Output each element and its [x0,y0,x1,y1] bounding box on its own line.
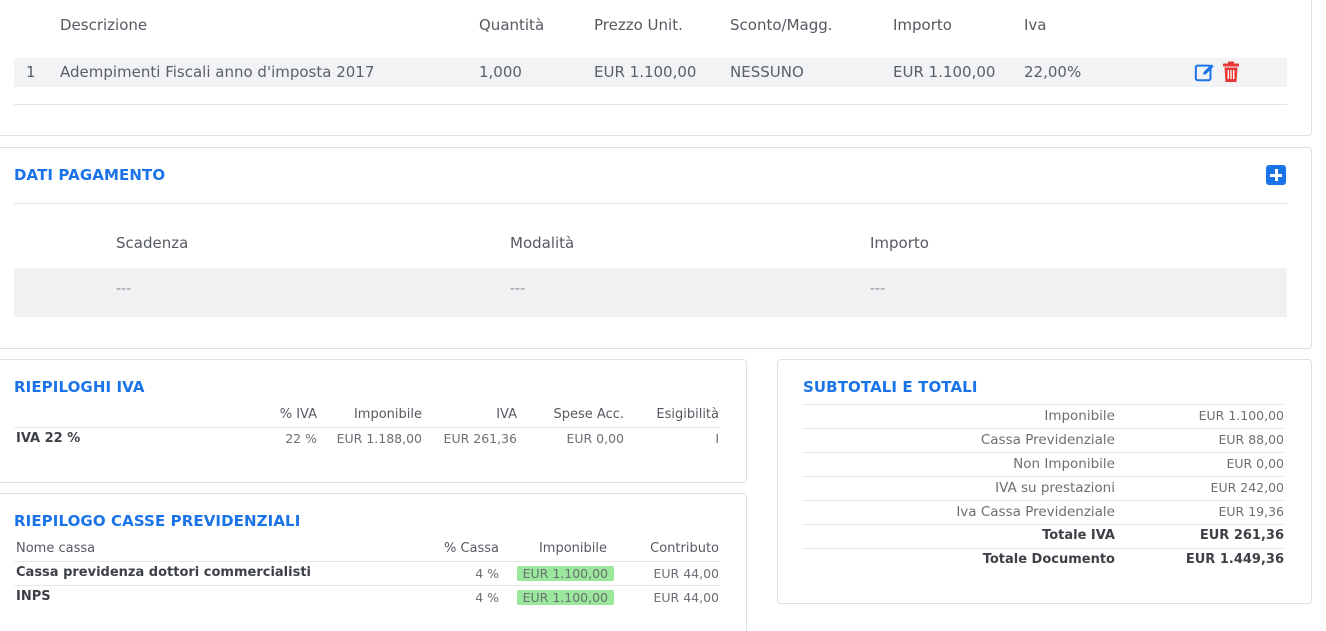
col-imponibile: Imponibile [538,541,607,556]
trash-icon[interactable] [1222,61,1240,83]
cassa-row-perc: 4 % [475,566,499,581]
iva-row-iva: EUR 261,36 [443,431,517,446]
divider [803,452,1284,453]
totali-value: EUR 242,00 [1210,480,1284,495]
divider [803,524,1284,525]
row-importo: --- [870,281,886,297]
totale-documento-label: Totale Documento [982,552,1115,567]
totali-value: EUR 0,00 [1226,456,1284,471]
col-spese: Spese Acc. [553,407,625,422]
section-title: RIEPILOGO CASSE PREVIDENZIALI [14,512,301,530]
col-imponibile: Imponibile [353,407,422,422]
iva-row-esigibilita: I [715,431,719,446]
col-sconto: Sconto/Magg. [730,16,833,34]
payment-panel: DATI PAGAMENTO Scadenza Modalità Importo… [0,147,1312,349]
divider [14,561,720,562]
iva-row-label: IVA 22 % [16,431,81,446]
totali-label: Iva Cassa Previdenziale [956,504,1115,520]
col-scadenza: Scadenza [116,234,189,252]
cassa-row-contributo: EUR 44,00 [653,590,720,605]
divider [14,104,1287,105]
edit-icon[interactable] [1194,61,1216,83]
iva-row-imponibile: EUR 1.188,00 [336,431,422,446]
totali-value: EUR 1.100,00 [1198,408,1284,423]
col-iva: Iva [1024,16,1047,34]
totali-value: EUR 88,00 [1218,432,1285,447]
divider [803,500,1284,501]
cassa-row-imponibile: EUR 1.100,00 [516,590,614,605]
col-importo: Importo [893,16,952,34]
iva-row-spese: EUR 0,00 [566,431,624,446]
col-prezzo: Prezzo Unit. [594,16,683,34]
divider [803,548,1284,549]
totale-iva-label: Totale IVA [1042,528,1115,543]
col-perc-cassa: % Cassa [443,541,499,556]
col-descrizione: Descrizione [60,16,148,34]
cassa-row-perc: 4 % [475,590,499,605]
row-scadenza: --- [116,281,132,297]
totals-panel: SUBTOTALI E TOTALI Imponibile EUR 1.100,… [777,359,1312,604]
row-prezzo: EUR 1.100,00 [594,63,697,81]
section-title: SUBTOTALI E TOTALI [803,378,978,396]
row-modalita: --- [510,281,526,297]
cassa-row-imponibile: EUR 1.100,00 [516,566,614,581]
col-contributo: Contributo [650,541,719,556]
col-importo: Importo [870,234,929,252]
section-title: DATI PAGAMENTO [14,166,166,184]
divider [803,428,1284,429]
totali-value: EUR 19,36 [1218,504,1285,519]
row-number: 1 [26,63,36,81]
table-row: 1 Adempimenti Fiscali anno d'imposta 201… [14,58,1287,87]
row-importo: EUR 1.100,00 [893,63,996,81]
totali-label: Imponibile [1044,408,1115,424]
col-modalita: Modalità [510,234,575,252]
table-row: --- --- --- [14,268,1287,317]
totale-iva-value: EUR 261,36 [1199,528,1284,543]
divider [14,203,1287,204]
row-descrizione: Adempimenti Fiscali anno d'imposta 2017 [60,63,375,81]
divider [14,585,720,586]
totale-documento-value: EUR 1.449,36 [1185,552,1284,567]
divider [14,427,720,428]
invoice-lines-header: Descrizione Quantità Prezzo Unit. Sconto… [0,16,1311,38]
col-iva: IVA [496,407,517,422]
divider [803,404,1284,405]
invoice-lines-panel: Descrizione Quantità Prezzo Unit. Sconto… [0,0,1312,136]
cassa-row-contributo: EUR 44,00 [653,566,720,581]
cassa-row-nome: Cassa previdenza dottori commercialisti [16,565,311,580]
iva-row-perc: 22 % [285,431,317,446]
casse-summary-panel: RIEPILOGO CASSE PREVIDENZIALI Nome cassa… [0,493,747,631]
row-sconto: NESSUNO [730,63,804,81]
col-perc-iva: % IVA [279,407,317,422]
iva-summary-panel: RIEPILOGHI IVA % IVA Imponibile IVA Spes… [0,359,747,483]
totali-label: Non Imponibile [1013,456,1115,472]
totali-label: IVA su prestazioni [995,480,1115,496]
row-iva: 22,00% [1024,63,1082,81]
row-quantita: 1,000 [479,63,522,81]
col-nome-cassa: Nome cassa [16,541,96,556]
col-quantita: Quantità [479,16,545,34]
section-title: RIEPILOGHI IVA [14,378,145,396]
totali-label: Cassa Previdenziale [980,432,1115,448]
divider [803,476,1284,477]
cassa-row-nome: INPS [16,589,51,604]
col-esigibilita: Esigibilità [656,407,719,422]
plus-square-icon[interactable] [1266,165,1286,185]
